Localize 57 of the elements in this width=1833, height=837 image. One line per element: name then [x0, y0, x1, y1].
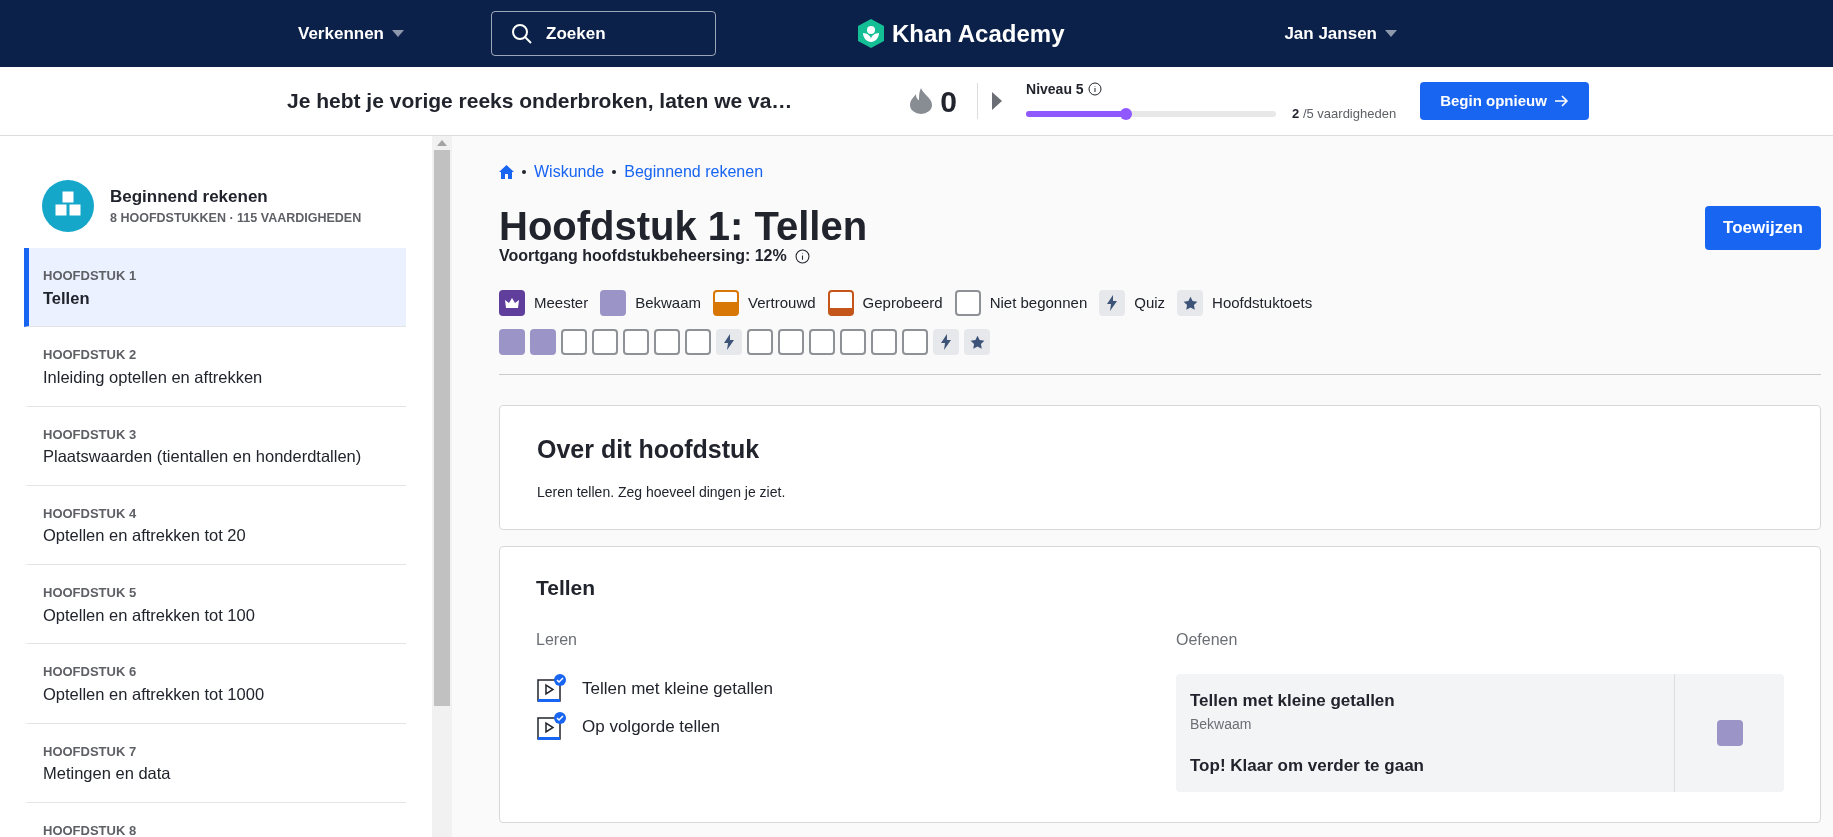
streak-message: Je hebt je vorige reeks onderbroken, laten we va…	[287, 88, 793, 115]
exercise-title: Tellen met kleine getallen	[1190, 690, 1396, 713]
legend-label: Vertrouwd	[748, 292, 816, 313]
legend-label: Quiz	[1134, 292, 1166, 313]
info-icon	[1087, 82, 1102, 97]
learn-label: Leren	[536, 630, 578, 651]
level-label: Niveau 5	[1026, 79, 1084, 99]
explore-menu[interactable]: Verkennen	[298, 20, 404, 47]
unit-item[interactable]: HOOFDSTUK 2 Inleiding optellen en aftrekken	[24, 327, 406, 407]
search-icon	[511, 23, 533, 45]
unit-item[interactable]: HOOFDSTUK 8	[24, 802, 406, 837]
breadcrumb-link[interactable]: Beginnend rekenen	[624, 160, 764, 184]
about-text: Leren tellen. Zeg hoeveel dingen je ziet.	[537, 483, 787, 502]
video-title[interactable]: Tellen met kleine getallen	[582, 676, 773, 702]
logo-text: Khan Academy	[892, 18, 1065, 49]
caret-icon	[392, 30, 404, 37]
search-field[interactable]: Zoeken	[491, 11, 716, 56]
practice-label: Oefenen	[1176, 630, 1239, 651]
legend-label: Hoofdstuktoets	[1212, 292, 1313, 313]
skills-count: 2 /5 vaardigheden	[1292, 104, 1397, 123]
about-heading: Over dit hoofdstuk	[537, 434, 761, 464]
user-menu[interactable]: Jan Jansen	[1284, 20, 1397, 47]
arrow-right-icon	[1554, 95, 1569, 107]
unit-item[interactable]: HOOFDSTUK 4 Optellen en aftrekken tot 20	[24, 485, 406, 565]
breadcrumb-link[interactable]: Wiskunde	[534, 160, 605, 184]
separator-dot-icon	[612, 170, 617, 174]
video-title[interactable]: Op volgorde tellen	[582, 714, 720, 740]
caret-icon	[1385, 30, 1397, 37]
exercise-status: Bekwaam	[1190, 714, 1253, 734]
info-icon	[794, 248, 810, 264]
unit-title: Hoofdstuk 1: Tellen	[499, 203, 868, 249]
unit-item[interactable]: HOOFDSTUK 3 Plaatswaarden (tientallen en honderdtallen)	[24, 406, 406, 486]
unit-item[interactable]: HOOFDSTUK 1 Tellen	[24, 248, 406, 328]
scrollbar-thumb[interactable]	[434, 150, 450, 706]
logo-icon	[858, 19, 884, 48]
course-meta: 8 HOOFDSTUKKEN · 115 VAARDIGHEDEN	[110, 210, 362, 228]
unit-item[interactable]: HOOFDSTUK 6 Optellen en aftrekken tot 1000	[24, 644, 406, 724]
exercise-message: Top! Klaar om verder te gaan	[1190, 754, 1425, 777]
legend-label: Meester	[534, 292, 589, 313]
assign-button[interactable]: Toewijzen	[1705, 206, 1821, 250]
lesson-heading: Tellen	[536, 575, 597, 601]
exercise-card[interactable]: Tellen met kleine getallen Bekwaam Top! Klaar om verder te gaan	[1176, 674, 1784, 793]
restart-button[interactable]: Begin opnieuw	[1420, 81, 1589, 121]
legend-label: Geprobeerd	[862, 292, 943, 313]
unit-item[interactable]: HOOFDSTUK 5 Optellen en aftrekken tot 100	[24, 565, 406, 645]
legend-label: Bekwaam	[635, 292, 702, 313]
flame-icon	[910, 88, 933, 114]
streak-count: 0	[940, 83, 958, 120]
blocks-icon	[42, 180, 94, 232]
legend-label: Niet begonnen	[989, 292, 1088, 313]
scroll-up-icon	[437, 140, 447, 146]
home-icon[interactable]	[499, 165, 514, 179]
unit-item[interactable]: HOOFDSTUK 7 Metingen en data	[24, 723, 406, 803]
course-title: Beginnend rekenen	[110, 185, 269, 208]
play-icon	[992, 92, 1003, 110]
mastery-text: Voortgang hoofdstukbeheersing: 12%	[499, 246, 787, 266]
separator-dot-icon	[522, 170, 526, 174]
